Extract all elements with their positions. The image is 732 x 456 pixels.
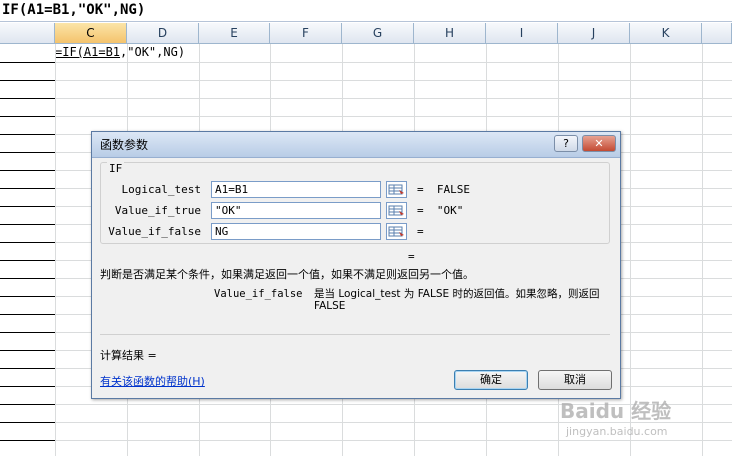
range-select-icon[interactable] xyxy=(386,223,407,240)
column-header-f[interactable]: F xyxy=(270,23,342,43)
row-divider xyxy=(0,260,55,261)
value-if-false-result: = xyxy=(417,225,424,238)
value-if-true-input[interactable]: "OK" xyxy=(211,202,381,219)
row-divider xyxy=(0,440,55,441)
function-description: 判断是否满足某个条件，如果满足返回一个值，如果不满足则返回另一个值。 xyxy=(100,268,474,281)
row-divider xyxy=(0,224,55,225)
grid-line-horizontal xyxy=(56,80,732,81)
formula-result: = xyxy=(408,250,415,263)
row-divider xyxy=(0,242,55,243)
value-if-false-input[interactable]: NG xyxy=(211,223,381,240)
grid-line-horizontal xyxy=(56,98,732,99)
argument-description-name: Value_if_false xyxy=(214,288,303,300)
column-header-c[interactable]: C xyxy=(55,23,127,43)
row-divider xyxy=(0,422,55,423)
arguments-group: IF Logical_test A1=B1 = FALSE Value_if_t… xyxy=(100,162,610,244)
column-header-g[interactable]: G xyxy=(342,23,414,43)
row-divider xyxy=(0,98,55,99)
row-divider xyxy=(0,332,55,333)
range-select-icon[interactable] xyxy=(386,181,407,198)
grid-line-horizontal xyxy=(56,116,732,117)
function-arguments-dialog: 函数参数 ? ✕ IF Logical_test A1=B1 = FALSE V… xyxy=(91,131,621,399)
cell-edit-active-part: =IF(A1=B1 xyxy=(55,45,121,59)
row-divider xyxy=(0,314,55,315)
value-if-true-result: = "OK" xyxy=(417,204,464,217)
row-header-column[interactable] xyxy=(0,44,56,456)
formula-bar[interactable]: IF(A1=B1,"OK",NG) xyxy=(0,0,732,22)
logical-test-result: = FALSE xyxy=(417,183,470,196)
dialog-titlebar[interactable]: 函数参数 ? ✕ xyxy=(92,132,620,158)
row-divider xyxy=(0,404,55,405)
arg-label-value-if-false: Value_if_false xyxy=(108,225,201,238)
help-icon[interactable]: ? xyxy=(554,135,578,152)
row-divider xyxy=(0,278,55,279)
row-divider xyxy=(0,350,55,351)
watermark-main: Baidu 经验 xyxy=(560,399,672,423)
calculation-result: 计算结果 = xyxy=(100,349,157,362)
watermark-sub: jingyan.baidu.com xyxy=(566,425,668,438)
logical-test-input[interactable]: A1=B1 xyxy=(211,181,381,198)
row-divider xyxy=(0,62,55,63)
function-name: IF xyxy=(107,162,125,175)
row-divider xyxy=(0,386,55,387)
row-divider xyxy=(0,368,55,369)
dialog-title: 函数参数 xyxy=(100,138,149,152)
divider xyxy=(100,334,610,335)
select-all-corner[interactable] xyxy=(0,23,55,43)
column-header-k[interactable]: K xyxy=(630,23,702,43)
argument-description-text: 是当 Logical_test 为 FALSE 时的返回值。如果忽略，则返回 F… xyxy=(314,288,600,312)
column-header-row: C D E F G H I J K xyxy=(0,23,732,44)
arg-label-value-if-true: Value_if_true xyxy=(114,204,201,217)
row-divider xyxy=(0,170,55,171)
row-divider xyxy=(0,188,55,189)
grid-line-vertical xyxy=(55,44,56,456)
row-divider xyxy=(0,80,55,81)
column-header-h[interactable]: H xyxy=(414,23,486,43)
row-divider xyxy=(0,116,55,117)
ok-button[interactable]: 确定 xyxy=(454,370,528,390)
grid-line-horizontal xyxy=(56,62,732,63)
row-divider xyxy=(0,134,55,135)
column-header-d[interactable]: D xyxy=(127,23,199,43)
column-header-j[interactable]: J xyxy=(558,23,630,43)
column-header-partial[interactable] xyxy=(702,23,732,43)
watermark-logo: Baidu 经验 jingyan.baidu.com xyxy=(560,395,730,453)
arg-label-logical-test: Logical_test xyxy=(121,183,201,196)
help-link[interactable]: 有关该函数的帮助(H) xyxy=(100,373,205,389)
close-icon[interactable]: ✕ xyxy=(582,135,616,152)
row-divider xyxy=(0,206,55,207)
cell-edit-rest: ,"OK",NG) xyxy=(120,45,186,59)
range-select-icon[interactable] xyxy=(386,202,407,219)
cell-c1-editing[interactable]: =IF(A1=B1,"OK",NG) xyxy=(55,45,185,59)
row-divider xyxy=(0,152,55,153)
column-header-e[interactable]: E xyxy=(199,23,270,43)
cancel-button[interactable]: 取消 xyxy=(538,370,612,390)
row-divider xyxy=(0,296,55,297)
column-header-i[interactable]: I xyxy=(486,23,558,43)
